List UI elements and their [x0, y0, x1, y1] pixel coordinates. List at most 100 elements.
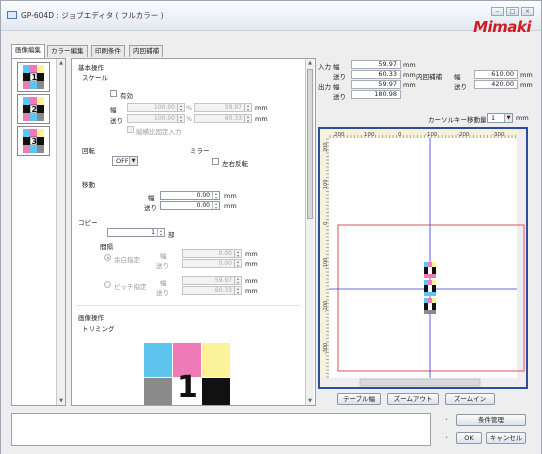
zoom-in-button[interactable]: ズームイン [445, 393, 495, 405]
move-feed-input[interactable]: 0.00 ▴ ▾ [160, 201, 220, 210]
scale-feed-percent-input[interactable]: 100.00 ▴ ▾ [127, 114, 185, 123]
move-heading: 移動 [82, 181, 95, 189]
ruler-h-label: -200 [457, 132, 470, 138]
thumbnail-2[interactable]: 2 [17, 94, 50, 124]
thumbnail-3[interactable]: 3 [17, 126, 50, 156]
move-width-label: 幅 [148, 194, 155, 202]
ruler-v-label: 100 [323, 179, 329, 189]
image-ops-heading: 画像操作 [78, 314, 104, 322]
scale-heading: スケール [82, 74, 108, 82]
rotation-select[interactable]: OFF ▼ [112, 156, 138, 166]
scroll-up-arrow-icon[interactable]: ▲ [57, 59, 65, 67]
cursor-step-label: カーソルキー移動量 [428, 116, 487, 124]
trim-preview-image: 1 [144, 343, 230, 405]
rotation-heading: 回転 [82, 147, 95, 155]
mm-unit: mm [245, 260, 258, 268]
output-feed-value: 180.98 [351, 90, 401, 99]
mm-unit: mm [245, 287, 258, 295]
layout-canvas[interactable]: 200 100 0 -100 -200 -300 200 100 0 -100 … [318, 127, 528, 389]
tab-image-edit[interactable]: 画像編集 [11, 44, 45, 58]
maximize-button[interactable]: □ [506, 7, 519, 16]
tab-print-conditions[interactable]: 印刷条件 [91, 45, 125, 57]
ratio-lock-checkbox[interactable] [127, 126, 134, 133]
thumbnail-1[interactable]: 1 [17, 62, 50, 92]
ruler-h-label: -300 [492, 132, 505, 138]
input-feed-label: 送り [333, 73, 346, 81]
copy-count-input[interactable]: 1 ▴ ▾ [107, 228, 165, 237]
inner-feed-value: 420.00 [474, 80, 518, 89]
scale-width-percent-input[interactable]: 100.00 ▴ ▾ [127, 103, 185, 112]
minimize-button[interactable]: – [491, 7, 504, 16]
zoom-out-button[interactable]: ズームアウト [387, 393, 439, 405]
message-area [11, 413, 431, 446]
ruler-v-label: -300 [323, 343, 329, 354]
margin-width-input[interactable]: 0.00 ▴ ▾ [182, 249, 242, 258]
edit-panel-scrollbar[interactable]: ▲ ▼ [305, 59, 314, 405]
scale-feed-label: 送り [110, 117, 123, 125]
ruler-h-label: -100 [425, 132, 438, 138]
thumbnail-number: 3 [32, 137, 38, 146]
output-width-label: 幅 [333, 83, 340, 91]
pitch-spec-label: ピッチ指定 [114, 283, 147, 291]
tab-inner[interactable]: 内回補補 [129, 45, 163, 57]
thumbnail-scrollbar[interactable]: ▲ ▼ [56, 59, 65, 405]
mirror-heading: ミラー [190, 147, 210, 155]
scroll-thumb[interactable] [307, 69, 313, 219]
mm-unit: mm [245, 277, 258, 285]
scroll-down-arrow-icon[interactable]: ▼ [306, 397, 314, 405]
mirror-lr-checkbox[interactable] [212, 158, 219, 165]
cursor-step-select[interactable]: 1 ▼ [487, 113, 513, 123]
copy-count-unit: 部 [168, 231, 175, 239]
ruler-v-label: -200 [323, 301, 329, 312]
condition-manage-button[interactable]: 条件管理 [456, 414, 526, 426]
scroll-down-arrow-icon[interactable]: ▼ [57, 397, 65, 405]
mm-unit: mm [255, 104, 268, 112]
table-width-button[interactable]: テーブル幅 [337, 393, 381, 405]
mm-unit: mm [403, 61, 416, 69]
mm-unit: mm [224, 192, 237, 200]
move-feed-label: 送り [144, 204, 157, 212]
divider [76, 305, 301, 306]
ruler-h-label: 100 [364, 132, 375, 138]
move-width-input[interactable]: 0.00 ▴ ▾ [160, 191, 220, 200]
pitch-feed-label: 送り [156, 289, 169, 297]
bullet-icon: • [445, 417, 448, 423]
ok-button[interactable]: OK [456, 432, 482, 444]
mm-unit: mm [245, 250, 258, 258]
scroll-up-arrow-icon[interactable]: ▲ [306, 59, 314, 67]
output-feed-label: 送り [333, 93, 346, 101]
inner-label: 内回補補 [416, 73, 442, 81]
input-label: 入力 [318, 63, 331, 71]
ruler-h-label: 200 [334, 132, 345, 138]
tab-color-edit[interactable]: カラー編集 [47, 45, 88, 57]
window-title: GP-604D : ジョブエディタ ( フルカラー ) [21, 11, 164, 20]
copy-heading: コピー [78, 219, 98, 227]
margin-feed-label: 送り [156, 262, 169, 270]
mm-unit: mm [403, 81, 416, 89]
thumbnail-list: 1 2 3 ▲ ▼ [11, 58, 66, 406]
edit-settings-panel: 基本操作 スケール 有効 幅 100.00 ▴ ▾ % 59.97 ▴ ▾ mm 送り … [71, 58, 316, 406]
trim-heading: トリミング [82, 325, 115, 333]
output-width-value: 59.97 [351, 80, 401, 89]
spacing-heading: 間隔 [100, 243, 113, 251]
input-width-value: 59.97 [351, 60, 401, 69]
close-button[interactable]: × [521, 7, 534, 16]
scale-enable-checkbox[interactable] [110, 90, 117, 97]
pitch-spec-radio[interactable] [104, 281, 111, 288]
margin-feed-input[interactable]: 0.00 ▴ ▾ [182, 259, 242, 268]
ruler-v-label: 200 [323, 142, 329, 152]
pitch-width-input[interactable]: 59.97 ▴ ▾ [182, 276, 242, 285]
cancel-button[interactable]: キャンセル [486, 432, 526, 444]
margin-spec-radio[interactable] [104, 254, 111, 261]
pitch-feed-input[interactable]: 60.33 ▴ ▾ [182, 286, 242, 295]
scale-width-mm-input[interactable]: 59.97 ▴ ▾ [194, 103, 252, 112]
thumbnail-number: 2 [32, 105, 38, 114]
input-feed-value: 60.33 [351, 70, 401, 79]
scale-feed-mm-input[interactable]: 60.33 ▴ ▾ [194, 114, 252, 123]
app-icon [7, 11, 17, 19]
input-width-label: 幅 [333, 63, 340, 71]
percent-unit: % [186, 104, 193, 112]
inner-feed-label: 送り [454, 83, 467, 91]
ruler-v-label: 0 [323, 222, 329, 225]
thumbnail-number: 1 [32, 73, 38, 82]
